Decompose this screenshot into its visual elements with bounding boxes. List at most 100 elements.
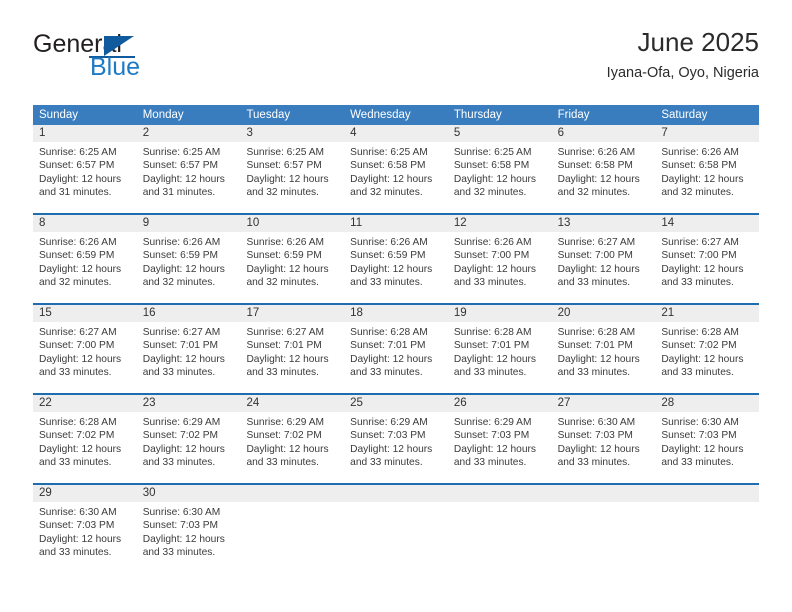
day-number: 1 bbox=[39, 127, 46, 139]
day-number-band: 8 bbox=[33, 215, 137, 232]
day-number: 26 bbox=[453, 397, 467, 409]
day-detail-text: Sunrise: 6:29 AM Sunset: 7:02 PM Daylight:… bbox=[137, 412, 241, 470]
day-number: 3 bbox=[246, 127, 253, 139]
day-detail-text: Sunrise: 6:26 AM Sunset: 6:59 PM Daylight:… bbox=[33, 232, 137, 290]
day-detail-line: Sunrise: 6:27 AM bbox=[557, 237, 636, 248]
weekday-header-saturday: Saturday bbox=[661, 109, 708, 121]
calendar-day-cell[interactable]: 15 Sunrise: 6:27 AM Sunset: 7:00 PM Dayligh… bbox=[33, 305, 137, 393]
day-detail-line: Sunset: 7:01 PM bbox=[246, 340, 322, 352]
day-number-band: 30 bbox=[136, 485, 241, 502]
day-number: 19 bbox=[453, 307, 467, 319]
general-blue-logo[interactable]: General Blue bbox=[33, 28, 253, 90]
day-detail-line: Daylight: 12 hours bbox=[142, 263, 225, 275]
day-detail-line: and 33 minutes. bbox=[350, 457, 423, 469]
calendar-day-cell-empty bbox=[447, 485, 552, 573]
day-detail-line: Sunset: 7:00 PM bbox=[453, 250, 530, 262]
day-detail-text: Sunrise: 6:28 AM Sunset: 7:02 PM Daylight:… bbox=[655, 322, 759, 380]
calendar-day-cell[interactable]: 23 Sunrise: 6:29 AM Sunset: 7:02 PM Dayligh… bbox=[136, 395, 241, 483]
day-detail-line: Sunset: 6:58 PM bbox=[661, 160, 737, 172]
calendar-day-cell[interactable]: 30 Sunrise: 6:30 AM Sunset: 7:03 PM Dayligh… bbox=[136, 485, 241, 573]
calendar-day-cell[interactable]: 19 Sunrise: 6:28 AM Sunset: 7:01 PM Dayligh… bbox=[447, 305, 552, 393]
calendar-day-cell[interactable]: 20 Sunrise: 6:28 AM Sunset: 7:01 PM Dayligh… bbox=[551, 305, 656, 393]
day-detail-line: Sunrise: 6:27 AM bbox=[246, 327, 325, 338]
calendar-week-row: 29 Sunrise: 6:30 AM Sunset: 7:03 PM Dayligh… bbox=[33, 483, 760, 573]
calendar-day-cell[interactable]: 22 Sunrise: 6:28 AM Sunset: 7:02 PM Dayligh… bbox=[33, 395, 137, 483]
calendar-day-cell[interactable]: 8 Sunrise: 6:26 AM Sunset: 6:59 PM Daylight… bbox=[33, 215, 137, 303]
day-detail-line: and 33 minutes. bbox=[142, 367, 216, 379]
calendar-day-cell[interactable]: 6 Sunrise: 6:26 AM Sunset: 6:58 PM Daylight… bbox=[551, 125, 656, 213]
day-number-band: 9 bbox=[136, 215, 241, 232]
calendar-week-row: 15 Sunrise: 6:27 AM Sunset: 7:00 PM Dayligh… bbox=[33, 303, 760, 393]
day-number-band: 29 bbox=[33, 485, 137, 502]
calendar-day-cell[interactable]: 17 Sunrise: 6:27 AM Sunset: 7:01 PM Dayligh… bbox=[240, 305, 345, 393]
day-detail-text bbox=[448, 502, 552, 506]
day-detail-line: Sunrise: 6:25 AM bbox=[453, 147, 532, 158]
day-detail-line: and 33 minutes. bbox=[350, 367, 423, 379]
day-number: 8 bbox=[39, 217, 46, 229]
day-detail-line: Daylight: 12 hours bbox=[142, 173, 225, 185]
calendar-day-cell[interactable]: 7 Sunrise: 6:26 AM Sunset: 6:58 PM Daylight… bbox=[655, 125, 760, 213]
day-detail-line: Daylight: 12 hours bbox=[142, 533, 225, 545]
day-detail-line: Daylight: 12 hours bbox=[557, 173, 640, 185]
calendar-day-cell[interactable]: 25 Sunrise: 6:29 AM Sunset: 7:03 PM Dayligh… bbox=[344, 395, 448, 483]
day-detail-line: and 33 minutes. bbox=[246, 367, 319, 379]
day-number: 13 bbox=[557, 217, 571, 229]
calendar-day-cell[interactable]: 28 Sunrise: 6:30 AM Sunset: 7:03 PM Dayligh… bbox=[655, 395, 760, 483]
day-number: 27 bbox=[557, 397, 571, 409]
calendar-day-cell[interactable]: 13 Sunrise: 6:27 AM Sunset: 7:00 PM Dayligh… bbox=[551, 215, 656, 303]
day-detail-line: Sunrise: 6:29 AM bbox=[246, 417, 325, 428]
calendar-grid: Sunday Monday Tuesday Wednesday Thursday Frid… bbox=[33, 105, 760, 573]
calendar-day-cell[interactable]: 16 Sunrise: 6:27 AM Sunset: 7:01 PM Dayligh… bbox=[136, 305, 241, 393]
calendar-day-cell[interactable]: 29 Sunrise: 6:30 AM Sunset: 7:03 PM Dayligh… bbox=[33, 485, 137, 573]
calendar-day-cell[interactable]: 14 Sunrise: 6:27 AM Sunset: 7:00 PM Dayligh… bbox=[655, 215, 760, 303]
day-number-band: 6 bbox=[551, 125, 656, 142]
day-detail-text: Sunrise: 6:30 AM Sunset: 7:03 PM Daylight:… bbox=[137, 502, 241, 560]
day-detail-line: and 32 minutes. bbox=[246, 187, 319, 199]
calendar-day-cell[interactable]: 18 Sunrise: 6:28 AM Sunset: 7:01 PM Dayligh… bbox=[344, 305, 448, 393]
calendar-day-cell[interactable]: 5 Sunrise: 6:25 AM Sunset: 6:58 PM Daylight… bbox=[447, 125, 552, 213]
calendar-day-cell[interactable]: 9 Sunrise: 6:26 AM Sunset: 6:59 PM Daylight… bbox=[136, 215, 241, 303]
calendar-day-cell[interactable]: 24 Sunrise: 6:29 AM Sunset: 7:02 PM Dayligh… bbox=[240, 395, 345, 483]
calendar-day-cell[interactable]: 10 Sunrise: 6:26 AM Sunset: 6:59 PM Dayligh… bbox=[240, 215, 345, 303]
day-detail-line: Sunset: 7:01 PM bbox=[453, 340, 530, 352]
calendar-day-cell[interactable]: 2 Sunrise: 6:25 AM Sunset: 6:57 PM Daylight… bbox=[136, 125, 241, 213]
day-detail-line: and 31 minutes. bbox=[142, 187, 216, 199]
day-number-band: 19 bbox=[447, 305, 552, 322]
calendar-day-cell[interactable]: 1 Sunrise: 6:25 AM Sunset: 6:57 PM Daylight… bbox=[33, 125, 137, 213]
day-detail-line: Daylight: 12 hours bbox=[661, 353, 744, 365]
day-number: 22 bbox=[39, 397, 52, 409]
weekday-header-sunday: Sunday bbox=[39, 109, 79, 121]
calendar-day-cell[interactable]: 12 Sunrise: 6:26 AM Sunset: 7:00 PM Dayligh… bbox=[447, 215, 552, 303]
day-detail-line: and 32 minutes. bbox=[661, 187, 734, 199]
day-detail-line: Sunset: 6:59 PM bbox=[246, 250, 322, 262]
day-detail-text: Sunrise: 6:28 AM Sunset: 7:01 PM Daylight:… bbox=[552, 322, 656, 380]
day-detail-line: Daylight: 12 hours bbox=[246, 173, 329, 185]
calendar-day-cell[interactable]: 4 Sunrise: 6:25 AM Sunset: 6:58 PM Daylight… bbox=[344, 125, 448, 213]
day-number-band: 24 bbox=[240, 395, 345, 412]
day-detail-line: Sunset: 6:59 PM bbox=[142, 250, 219, 262]
day-detail-text: Sunrise: 6:30 AM Sunset: 7:03 PM Daylight:… bbox=[655, 412, 759, 470]
day-number-band: 18 bbox=[344, 305, 448, 322]
day-detail-line: Sunrise: 6:27 AM bbox=[39, 327, 117, 338]
calendar-day-cell[interactable]: 3 Sunrise: 6:25 AM Sunset: 6:57 PM Daylight… bbox=[240, 125, 345, 213]
day-number-band: 12 bbox=[447, 215, 552, 232]
day-number-band bbox=[447, 485, 552, 502]
day-detail-line: and 33 minutes. bbox=[453, 457, 527, 469]
day-detail-text: Sunrise: 6:25 AM Sunset: 6:58 PM Daylight:… bbox=[448, 142, 552, 200]
page-header: General Blue June 2025 Iyana-Ofa, Oyo, N… bbox=[33, 27, 759, 96]
calendar-week-row: 22 Sunrise: 6:28 AM Sunset: 7:02 PM Dayligh… bbox=[33, 393, 760, 483]
day-detail-text: Sunrise: 6:28 AM Sunset: 7:02 PM Daylight:… bbox=[33, 412, 137, 470]
day-detail-text: Sunrise: 6:26 AM Sunset: 6:59 PM Daylight:… bbox=[137, 232, 241, 290]
day-number-band: 13 bbox=[551, 215, 656, 232]
calendar-day-cell[interactable]: 11 Sunrise: 6:26 AM Sunset: 6:59 PM Dayligh… bbox=[344, 215, 448, 303]
day-number-band: 21 bbox=[655, 305, 760, 322]
calendar-day-cell[interactable]: 26 Sunrise: 6:29 AM Sunset: 7:03 PM Dayligh… bbox=[447, 395, 552, 483]
day-number-band: 5 bbox=[447, 125, 552, 142]
day-detail-line: Sunset: 6:57 PM bbox=[246, 160, 322, 172]
day-detail-line: Daylight: 12 hours bbox=[661, 443, 744, 455]
day-detail-line: Sunset: 6:57 PM bbox=[142, 160, 219, 172]
day-detail-line: Sunset: 6:58 PM bbox=[350, 160, 426, 172]
calendar-day-cell[interactable]: 21 Sunrise: 6:28 AM Sunset: 7:02 PM Dayligh… bbox=[655, 305, 760, 393]
day-detail-text: Sunrise: 6:25 AM Sunset: 6:57 PM Daylight:… bbox=[137, 142, 241, 200]
calendar-day-cell[interactable]: 27 Sunrise: 6:30 AM Sunset: 7:03 PM Dayligh… bbox=[551, 395, 656, 483]
